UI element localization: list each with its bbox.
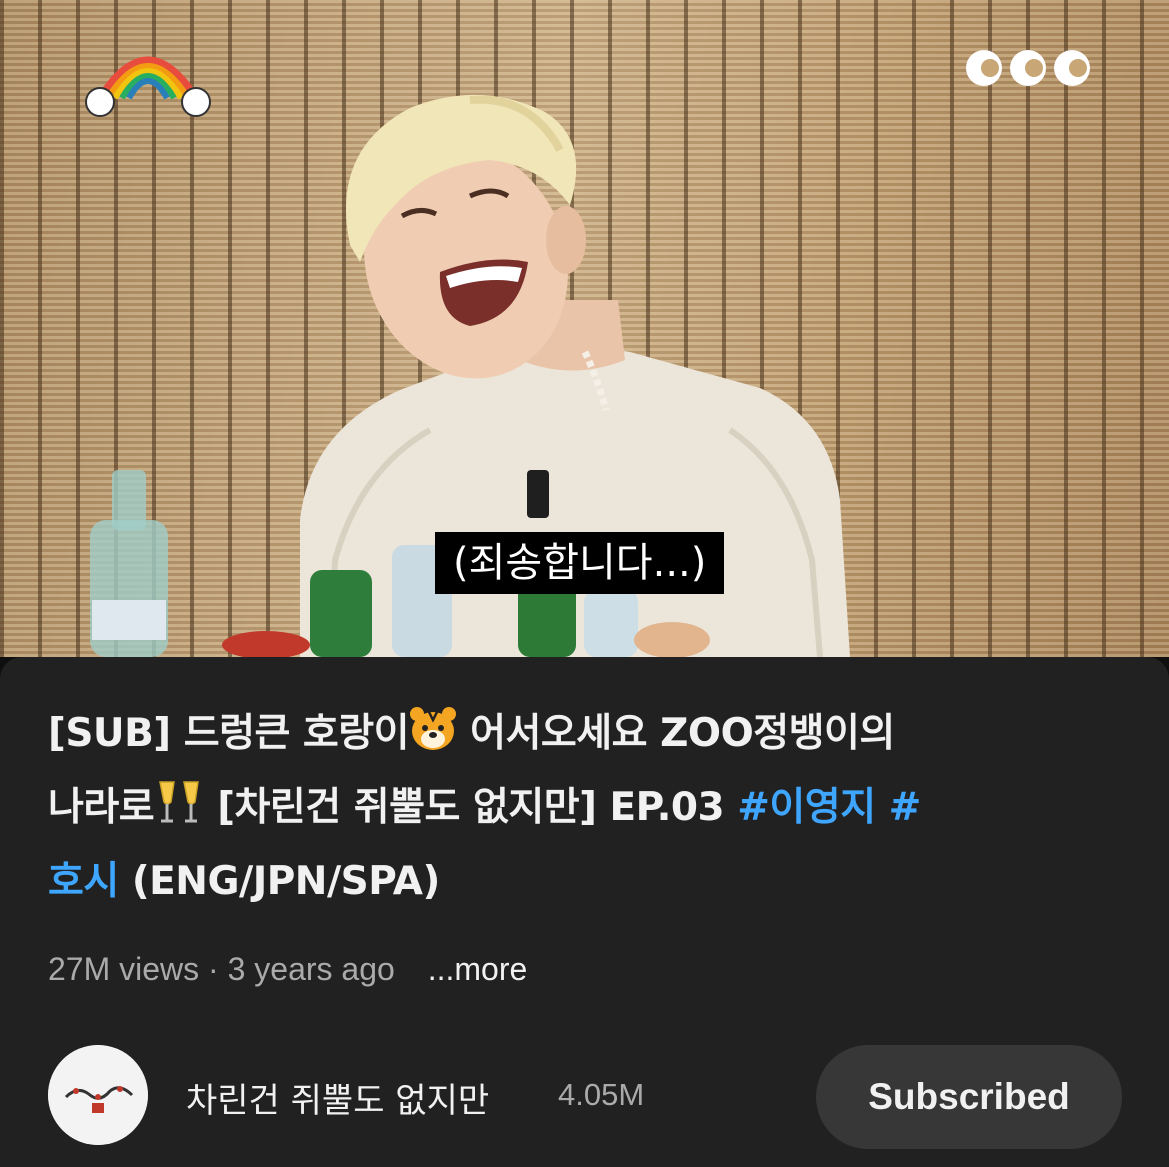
hashtag-link[interactable]: 호시 bbox=[48, 859, 119, 904]
video-info-panel: [SUB] 드렁큰 호랑이 어서오세요 ZOO정뱅이의 나라로 [차린건 쥐뿔도… bbox=[0, 657, 1169, 1167]
video-subtitle: (죄송합니다...) bbox=[435, 532, 725, 594]
info-card: [SUB] 드렁큰 호랑이 어서오세요 ZOO정뱅이의 나라로 [차린건 쥐뿔도… bbox=[0, 657, 1169, 1167]
video-player[interactable]: (죄송합니다...) bbox=[0, 0, 1169, 657]
view-count: 27M views bbox=[48, 951, 200, 987]
channel-row: 차린건 쥐뿔도 없지만 4.05M Subscribed bbox=[48, 1045, 1128, 1149]
hashtag-link[interactable]: #이영지 # bbox=[737, 785, 921, 830]
title-text: (ENG/JPN/SPA) bbox=[118, 859, 440, 904]
title-text: 어서오세요 ZOO정뱅이의 bbox=[457, 711, 895, 756]
title-line-1: [SUB] 드렁큰 호랑이 어서오세요 ZOO정뱅이의 bbox=[48, 697, 1128, 771]
video-meta[interactable]: 27M views · 3 years ago ...more bbox=[48, 951, 527, 988]
clinking-glasses-icon bbox=[159, 781, 200, 823]
title-line-2: 나라로 [차린건 쥐뿔도 없지만] EP.03 #이영지 # bbox=[48, 771, 1128, 845]
youtube-watch-screen: (죄송합니다...) [SUB] 드렁큰 호랑이 어서오세요 ZOO정뱅이의 나… bbox=[0, 0, 1169, 1167]
channel-avatar[interactable] bbox=[48, 1045, 148, 1145]
channel-logo-icon bbox=[48, 1045, 148, 1145]
meta-separator: · bbox=[208, 951, 219, 987]
video-title[interactable]: [SUB] 드렁큰 호랑이 어서오세요 ZOO정뱅이의 나라로 [차린건 쥐뿔도… bbox=[48, 697, 1128, 919]
more-link[interactable]: ...more bbox=[428, 951, 528, 987]
title-text: [차린건 쥐뿔도 없지만] EP.03 bbox=[204, 785, 738, 830]
subscriber-count: 4.05M bbox=[558, 1077, 645, 1112]
subscribed-button[interactable]: Subscribed bbox=[816, 1045, 1122, 1149]
title-text: [SUB] 드렁큰 호랑이 bbox=[48, 711, 410, 756]
title-text: 나라로 bbox=[48, 785, 155, 830]
title-line-3: 호시 (ENG/JPN/SPA) bbox=[48, 845, 1128, 919]
upload-age: 3 years ago bbox=[227, 951, 395, 987]
tiger-face-icon bbox=[410, 707, 457, 750]
channel-name[interactable]: 차린건 쥐뿔도 없지만 bbox=[186, 1073, 489, 1122]
rainbow-logo-icon bbox=[85, 56, 211, 117]
ccc-watermark-icon bbox=[966, 50, 1090, 86]
